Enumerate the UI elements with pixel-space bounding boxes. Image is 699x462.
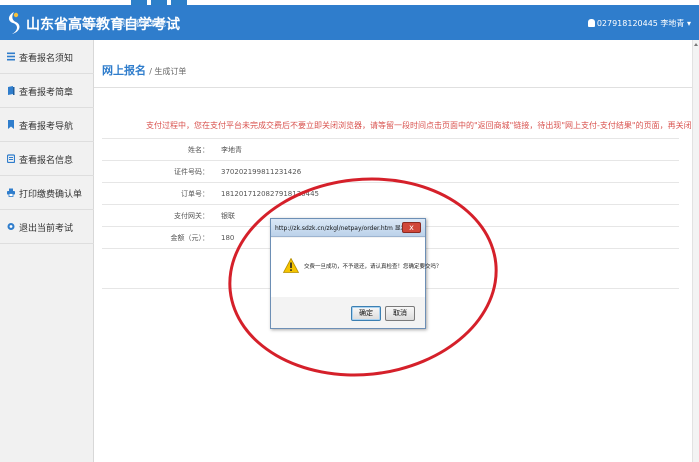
field-value-id-number: 370202199811231426	[215, 160, 679, 183]
sidebar-item-exit-exam[interactable]: 退出当前考试	[0, 210, 94, 244]
sidebar-item-label: 查看报考导航	[19, 122, 74, 132]
table-row: 订单号： 1812017120827918120445	[102, 182, 679, 205]
printer-icon	[7, 188, 15, 197]
exit-icon	[7, 223, 15, 230]
sidebar-item-registration-notice[interactable]: 查看报名须知	[0, 40, 94, 74]
page-scrollbar[interactable]	[692, 40, 699, 462]
breadcrumb: 网上报名 / 生成订单	[102, 62, 186, 78]
breadcrumb-divider	[94, 87, 692, 88]
dialog-ok-button[interactable]: 确定	[351, 306, 381, 321]
sidebar: 查看报名须知 查看报考简章 查看报考导航 查看报名信息 打印缴费确认单 退出当前…	[0, 40, 94, 462]
field-label-payment-gateway: 支付网关：	[102, 204, 215, 227]
dialog-body: 交费一旦成功，不予退还，请认真检查！您确定要交吗？	[271, 238, 442, 297]
site-header: 山东省高等教育自学考试 网上报名系统 027918120445 李地青 ▾	[0, 5, 699, 40]
field-value-order-number: 1812017120827918120445	[215, 182, 679, 205]
payment-notice: 支付过程中，您在支付平台未完成交费后不要立即关闭浏览器，请等留一段时间点击页面中…	[146, 121, 699, 130]
bookmark-icon	[8, 120, 14, 129]
sidebar-item-label: 查看报考简章	[19, 88, 74, 98]
sidebar-item-label: 查看报名须知	[19, 54, 74, 64]
sidebar-item-exam-guide[interactable]: 查看报考简章	[0, 74, 94, 108]
warning-icon	[283, 258, 299, 273]
dialog-titlebar[interactable]: http://zk.sdzk.cn/zkgl/netpay/order.htm …	[271, 219, 425, 237]
field-label-amount: 金额（元）：	[102, 226, 215, 249]
user-label: 027918120445 李地青 ▾	[596, 19, 691, 28]
field-label-id-number: 证件号码：	[102, 160, 215, 183]
id-card-icon	[7, 154, 15, 163]
dialog-close-button[interactable]: x	[402, 222, 421, 233]
breadcrumb-main[interactable]: 网上报名	[102, 64, 146, 77]
list-icon	[7, 52, 15, 61]
field-label-name: 姓名：	[102, 138, 215, 161]
table-row: 证件号码： 370202199811231426	[102, 160, 679, 183]
sidebar-item-label: 退出当前考试	[19, 224, 74, 234]
site-subtitle: 网上报名系统	[118, 19, 166, 28]
empty-cell	[102, 248, 215, 289]
field-value-name: 李地青	[215, 138, 679, 161]
book-icon	[8, 86, 15, 95]
confirm-dialog: http://zk.sdzk.cn/zkgl/netpay/order.htm …	[270, 218, 442, 329]
scroll-up-arrow-icon[interactable]	[694, 43, 698, 46]
breadcrumb-sub: / 生成订单	[149, 67, 187, 76]
user-icon	[587, 19, 595, 27]
dialog-message: 交费一旦成功，不予退还，请认真检查！您确定要交吗？	[304, 264, 442, 270]
sidebar-item-label: 打印缴费确认单	[19, 190, 83, 200]
sidebar-item-registration-info[interactable]: 查看报名信息	[0, 142, 94, 176]
user-menu[interactable]: 027918120445 李地青 ▾	[587, 18, 691, 29]
table-row: 姓名： 李地青	[102, 138, 679, 161]
dialog-cancel-button[interactable]: 取消	[385, 306, 415, 321]
dialog-title: http://zk.sdzk.cn/zkgl/netpay/order.htm …	[275, 225, 413, 232]
logo-icon	[8, 12, 20, 34]
field-label-order-number: 订单号：	[102, 182, 215, 205]
sidebar-item-exam-navigation[interactable]: 查看报考导航	[0, 108, 94, 142]
sidebar-item-print-payment-confirmation[interactable]: 打印缴费确认单	[0, 176, 94, 210]
sidebar-item-label: 查看报名信息	[19, 156, 74, 166]
